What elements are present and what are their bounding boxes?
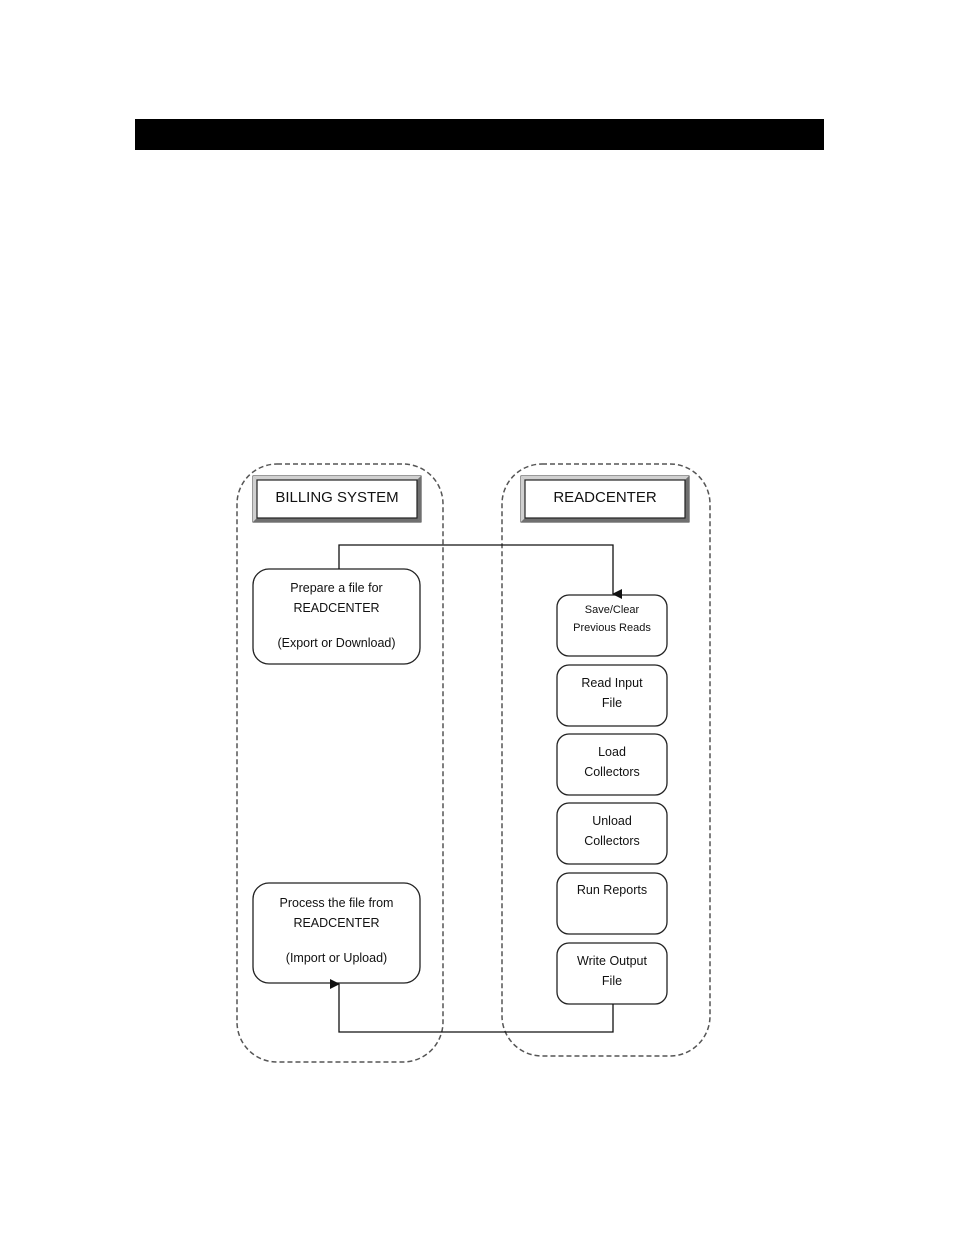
step-line: (Export or Download) [277,636,396,650]
step-line: Run Reports [576,883,648,897]
lane-title-readcenter: READCENTER [553,489,657,506]
step-line: Unload [592,814,632,828]
step-line: File [601,696,623,710]
step-line: Collectors [584,765,640,779]
step-line: Load [598,745,626,759]
step-label-unload-collectors: Unload Collectors [557,811,667,851]
step-label-load-collectors: Load Collectors [557,742,667,782]
step-label-read-input: Read Input File [557,673,667,713]
step-line: Process the file from [279,896,394,910]
step-label-write-output: Write Output File [557,951,667,991]
step-line: Write Output [577,954,647,968]
step-line: Save/Clear [584,604,640,616]
step-label-save-clear: Save/Clear Previous Reads [557,601,667,637]
step-line: Previous Reads [573,622,651,634]
flow-diagram [236,463,711,1063]
lane-title-billing: BILLING SYSTEM [275,489,399,506]
step-line: Read Input [581,676,643,690]
step-label-run-reports: Run Reports [557,880,667,900]
step-label-prepare-file: Prepare a file for READCENTER (Export or… [253,578,420,653]
step-line: (Import or Upload) [285,951,388,965]
step-line: File [601,974,623,988]
step-line: Collectors [584,834,640,848]
step-line: Prepare a file for [290,581,383,595]
step-label-process-file: Process the file from READCENTER (Import… [253,893,420,968]
step-line: READCENTER [293,916,380,930]
step-line: READCENTER [293,601,380,615]
